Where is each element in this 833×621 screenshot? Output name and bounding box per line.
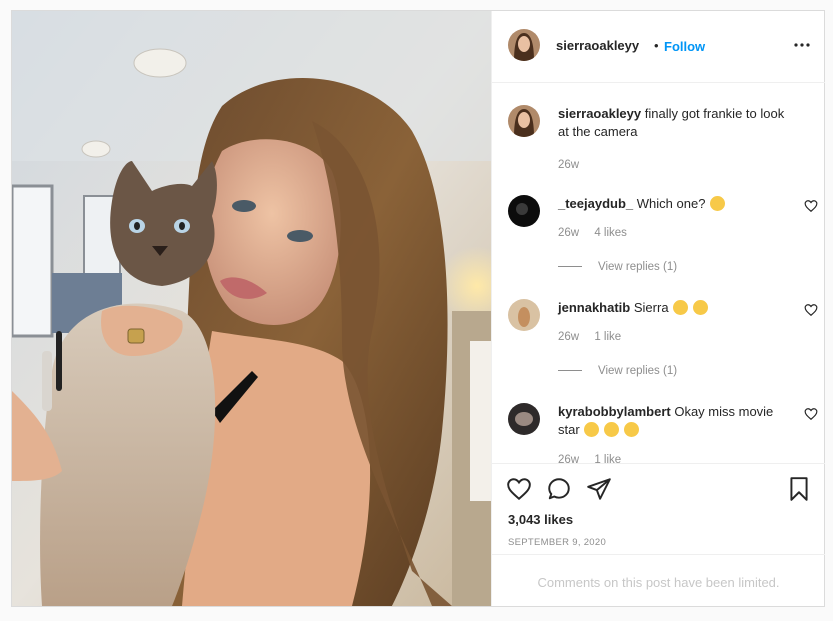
replies-divider — [558, 266, 582, 268]
comment-time[interactable]: 26w — [558, 331, 579, 343]
star-struck-emoji-icon — [603, 422, 619, 437]
share-paper-plane-icon[interactable] — [586, 476, 612, 502]
comment-username[interactable]: _teejaydub_ — [558, 196, 633, 211]
comment-item: _teejaydub_ Which one? 26w 4 likes View … — [508, 195, 818, 285]
star-struck-emoji-icon — [584, 422, 600, 437]
view-replies-label: View replies (1) — [598, 261, 678, 273]
comment-text: Sierra — [633, 300, 669, 315]
post-image — [12, 11, 491, 606]
post-header: sierraoakleyy • Follow — [492, 11, 825, 83]
author-avatar-image — [508, 29, 540, 61]
comment-username[interactable]: jennakhatib — [558, 300, 630, 315]
post-actions: 3,043 likes SEPTEMBER 9, 2020 — [492, 463, 825, 555]
caption-username[interactable]: sierraoakleyy — [558, 106, 641, 121]
caption-text-block: sierraoakleyy finally got frankie to loo… — [558, 105, 788, 141]
comment-meta: 26w 4 likes — [558, 227, 639, 239]
header-separator: • — [654, 38, 659, 53]
follow-button[interactable]: Follow — [664, 39, 705, 54]
comment-avatar[interactable] — [508, 299, 540, 331]
like-heart-icon[interactable] — [506, 476, 532, 502]
comment-meta: 26w 1 like — [558, 331, 633, 343]
post-container: sierraoakleyy • Follow sierraoakleyy fin… — [11, 10, 825, 607]
comment-time[interactable]: 26w — [558, 227, 579, 239]
post-sidebar: sierraoakleyy • Follow sierraoakleyy fin… — [491, 11, 825, 606]
comments-limited-notice: Comments on this post have been limited. — [492, 554, 825, 607]
comment-likes[interactable]: 1 like — [594, 331, 621, 343]
author-username[interactable]: sierraoakleyy — [556, 38, 639, 53]
caption-meta: 26w — [558, 159, 591, 171]
comment-time[interactable]: 26w — [558, 454, 579, 463]
comment-avatar[interactable] — [508, 195, 540, 227]
comments-list[interactable]: sierraoakleyy finally got frankie to loo… — [492, 83, 825, 463]
screaming-face-emoji-icon — [673, 300, 689, 315]
comment-avatar[interactable] — [508, 403, 540, 435]
likes-count[interactable]: 3,043 likes — [508, 512, 573, 527]
comment-item: kyrabobbylambert Okay miss movie star 26… — [508, 403, 818, 463]
comment-bubble-icon[interactable] — [546, 476, 572, 502]
comment-item: jennakhatib Sierra 26w 1 like View repli… — [508, 299, 818, 389]
like-comment-icon[interactable] — [804, 407, 818, 421]
heart-eyes-emoji-icon — [692, 300, 708, 315]
more-options-icon[interactable] — [792, 37, 812, 53]
comment-text: Which one? — [636, 196, 706, 211]
caption-avatar[interactable] — [508, 105, 540, 137]
comment-likes[interactable]: 4 likes — [594, 227, 627, 239]
comment-text-block: kyrabobbylambert Okay miss movie star — [558, 403, 788, 439]
like-comment-icon[interactable] — [804, 199, 818, 213]
replies-divider — [558, 370, 582, 372]
author-avatar[interactable] — [508, 29, 540, 61]
comment-meta: 26w 1 like — [558, 454, 633, 463]
star-struck-emoji-icon — [623, 422, 639, 437]
post-date[interactable]: SEPTEMBER 9, 2020 — [508, 537, 606, 548]
like-comment-icon[interactable] — [804, 303, 818, 317]
caption-time[interactable]: 26w — [558, 159, 579, 171]
view-replies-button[interactable]: View replies (1) — [558, 261, 677, 273]
view-replies-label: View replies (1) — [598, 365, 678, 377]
post-photo[interactable] — [12, 11, 491, 606]
view-replies-button[interactable]: View replies (1) — [558, 365, 677, 377]
comment-likes[interactable]: 1 like — [594, 454, 621, 463]
caption: sierraoakleyy finally got frankie to loo… — [508, 105, 808, 175]
comment-text-block: jennakhatib Sierra — [558, 299, 788, 317]
thinking-emoji-icon — [710, 196, 726, 211]
save-bookmark-icon[interactable] — [786, 476, 812, 502]
comment-text-block: _teejaydub_ Which one? — [558, 195, 788, 213]
comment-username[interactable]: kyrabobbylambert — [558, 404, 671, 419]
